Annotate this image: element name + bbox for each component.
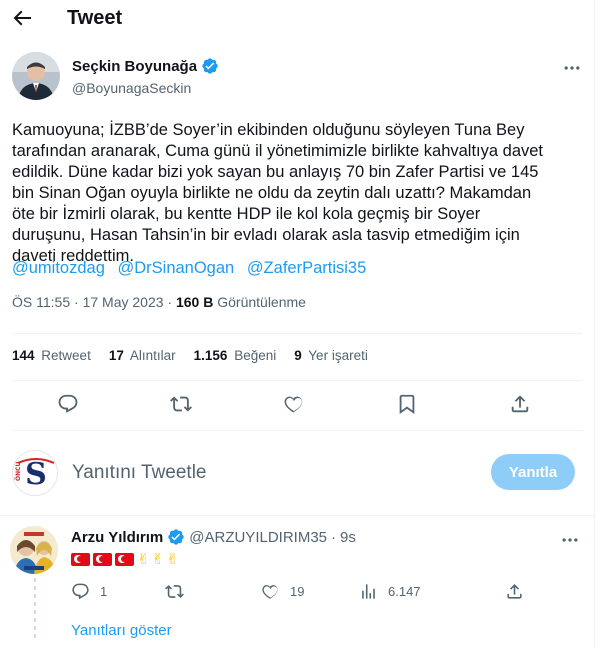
author-handle[interactable]: @BoyunagaSeckin xyxy=(72,80,191,96)
likes-label: Beğeni xyxy=(234,348,277,363)
show-replies-link[interactable]: Yanıtları göster xyxy=(71,622,172,639)
reply-actions: 1 19 6.147 xyxy=(71,582,571,604)
like-count: 19 xyxy=(290,584,305,599)
reply-reply-action[interactable]: 1 xyxy=(71,582,107,601)
thread-line xyxy=(34,578,36,638)
tweet-time[interactable]: ÖS 11:55 xyxy=(12,294,70,310)
mention-link[interactable]: @umitozdag xyxy=(12,259,105,277)
reply-separator: · xyxy=(331,528,337,546)
quotes-stat[interactable]: 17 Alıntılar xyxy=(109,348,176,363)
likes-stat[interactable]: 1.156 Beğeni xyxy=(194,348,277,363)
views-icon xyxy=(362,584,375,599)
top-header: Tweet xyxy=(0,0,594,38)
turkey-flag-icon xyxy=(115,552,134,566)
reply-author-handle[interactable]: @ARZUYILDIRIM35 xyxy=(189,529,327,546)
views-count: 160 B xyxy=(175,294,214,310)
tweet-line: Kamuoyuna; İZBB’de Soyer’in ekibinden ol… xyxy=(12,121,525,139)
bookmarks-count: 9 xyxy=(294,348,302,363)
retweets-label: Retweet xyxy=(41,348,91,363)
bookmarks-label: Yer işareti xyxy=(308,348,368,363)
svg-text:S: S xyxy=(25,457,47,492)
views-label: Görüntülenme xyxy=(217,294,306,310)
horns-hand-icon: ✌ xyxy=(137,551,150,568)
reply-author-name[interactable]: Arzu Yıldırım xyxy=(71,529,163,546)
reply-count: 1 xyxy=(100,584,108,599)
divider xyxy=(12,333,582,334)
reply-icon[interactable] xyxy=(57,393,79,415)
tweet-actions xyxy=(0,393,594,417)
tweet-date[interactable]: 17 May 2023 xyxy=(83,294,164,310)
share-icon[interactable] xyxy=(509,393,531,415)
mention-link[interactable]: @ZaferPartisi35 xyxy=(247,259,366,277)
reply-icon xyxy=(72,583,89,600)
reply-retweet-action[interactable] xyxy=(165,582,194,601)
mention-link[interactable]: @DrSinanOgan xyxy=(117,259,234,277)
reply-time[interactable]: 9s xyxy=(340,529,356,546)
tweet-author: Seçkin Boyunağa @BoyunagaSeckin xyxy=(12,52,582,104)
reply-composer: S ÖNCÜ Yanıtını Tweetle Yanıtla xyxy=(0,448,594,500)
reply-like-action[interactable]: 19 xyxy=(261,582,304,601)
divider xyxy=(12,380,582,381)
horns-hand-icon: ✌ xyxy=(166,551,179,568)
meta-separator: · xyxy=(167,294,176,310)
turkey-flag-icon xyxy=(93,552,112,566)
likes-count: 1.156 xyxy=(193,348,228,363)
reply-button[interactable]: Yanıtla xyxy=(491,454,575,490)
retweet-icon[interactable] xyxy=(170,393,192,415)
reply-tweet: Arzu Yıldırım @ARZUYILDIRIM35 · 9s ✌ ✌ ✌… xyxy=(0,518,594,647)
retweets-count: 144 xyxy=(12,348,35,363)
tweet-line: tarafından aranarak, Cuma günü il yöneti… xyxy=(12,142,544,160)
quotes-count: 17 xyxy=(108,348,124,363)
reply-header: Arzu Yıldırım @ARZUYILDIRIM35 · 9s xyxy=(71,528,356,546)
author-name[interactable]: Seçkin Boyunağa xyxy=(72,57,219,75)
tweet-meta: ÖS 11:55 · 17 May 2023 · 160 B Görüntüle… xyxy=(12,294,306,310)
tweet-stats: 144 Retweet 17 Alıntılar 1.156 Beğeni 9 … xyxy=(12,348,386,363)
view-count: 6.147 xyxy=(388,584,421,599)
retweets-stat[interactable]: 144 Retweet xyxy=(12,348,91,363)
verified-badge-icon xyxy=(168,529,184,545)
tweet-text: Kamuoyuna; İZBB’de Soyer’in ekibinden ol… xyxy=(12,120,582,267)
retweet-icon xyxy=(165,585,184,598)
turkey-flag-icon xyxy=(71,552,90,566)
heart-icon xyxy=(262,585,278,600)
tweet-line: bin Sinan Oğan oyuyla birlikte ne oldu d… xyxy=(12,184,532,202)
bookmarks-stat[interactable]: 9 Yer işareti xyxy=(294,348,368,363)
arrow-left-icon[interactable] xyxy=(10,6,34,30)
tweet-line: öte bir İzmirli olarak, bu kentte HDP il… xyxy=(12,205,481,223)
reply-author-avatar[interactable] xyxy=(10,526,58,574)
reply-text: ✌ ✌ ✌ xyxy=(71,550,181,568)
user-avatar[interactable]: S ÖNCÜ xyxy=(12,450,58,496)
divider xyxy=(0,515,594,516)
tweet-mentions: @umitozdag @DrSinanOgan @ZaferPartisi35 xyxy=(12,258,374,279)
divider xyxy=(12,430,582,431)
heart-icon[interactable] xyxy=(283,393,305,415)
meta-separator: · xyxy=(74,294,83,310)
page-title: Tweet xyxy=(67,7,123,29)
more-icon[interactable] xyxy=(562,58,582,78)
bookmark-icon[interactable] xyxy=(396,393,418,415)
share-icon[interactable] xyxy=(505,582,524,601)
more-icon[interactable] xyxy=(560,530,580,550)
author-avatar[interactable] xyxy=(12,52,60,100)
verified-badge-icon xyxy=(202,58,218,74)
author-name-text: Seçkin Boyunağa xyxy=(72,57,198,75)
horns-hand-icon: ✌ xyxy=(151,551,165,568)
quotes-label: Alıntılar xyxy=(129,348,176,363)
reply-input[interactable]: Yanıtını Tweetle xyxy=(72,462,207,484)
svg-text:ÖNCÜ: ÖNCÜ xyxy=(15,461,22,481)
tweet-line: duruşunu, Hasan Tahsin’in bir evladı ola… xyxy=(12,226,520,244)
tweet-line: edildik. Düne kadar bizi yok sayan bu an… xyxy=(12,163,539,181)
reply-views-action[interactable]: 6.147 xyxy=(359,582,421,601)
